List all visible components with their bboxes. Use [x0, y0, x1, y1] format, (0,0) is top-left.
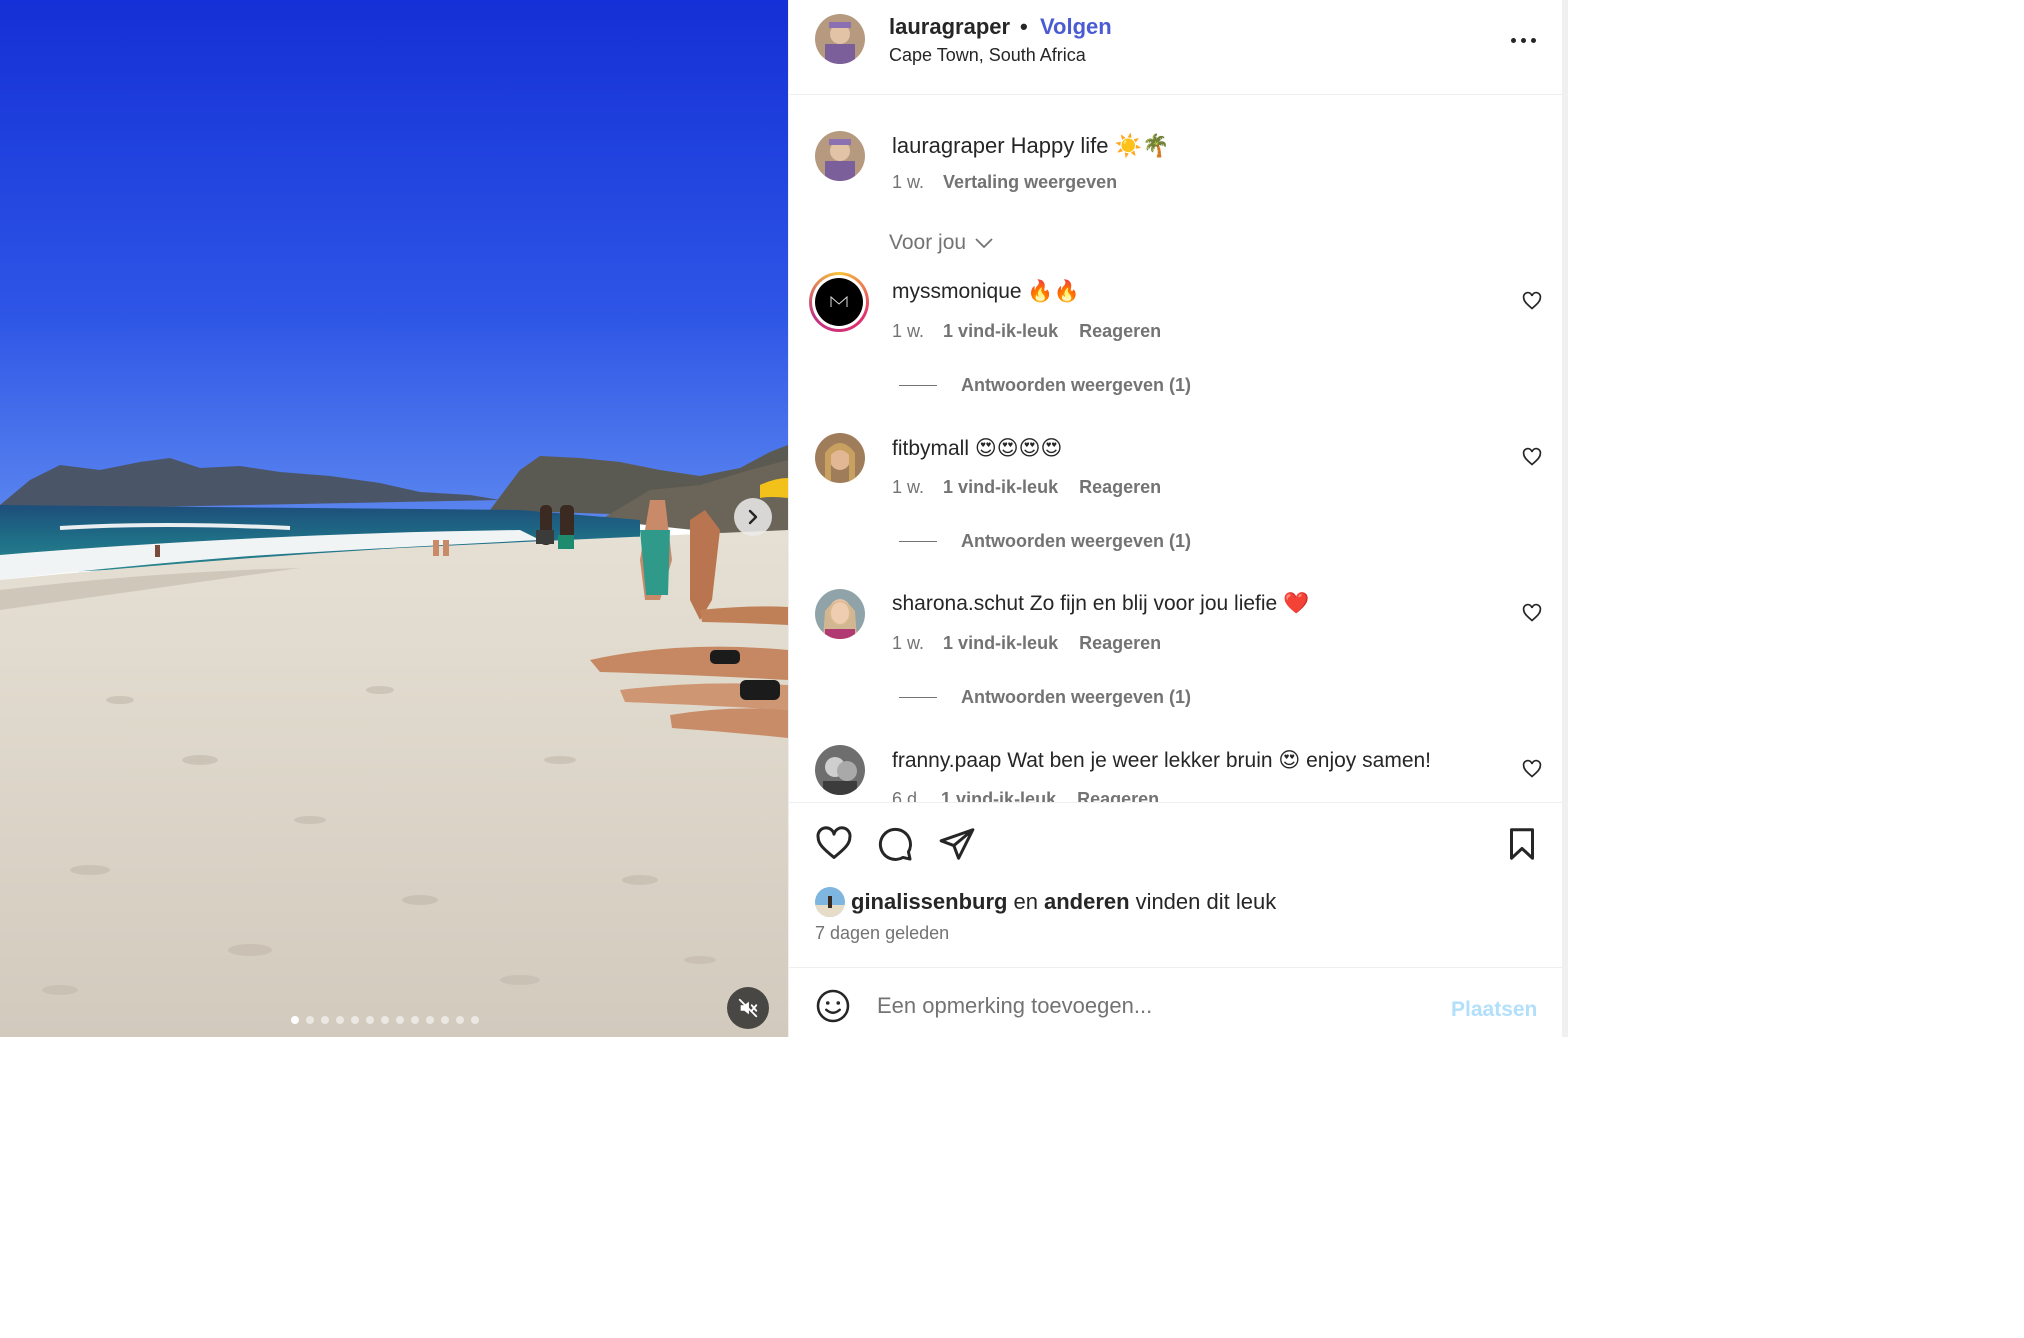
scrollbar[interactable]: [1562, 0, 1568, 1037]
commenter-avatar[interactable]: [815, 433, 865, 483]
mute-icon: [738, 998, 758, 1018]
carousel-indicator: [291, 1016, 479, 1024]
comment-meta: 6 d. 1 vind-ik-leuk Reageren: [892, 789, 1159, 802]
carousel-dot: [471, 1016, 479, 1024]
carousel-dot: [411, 1016, 419, 1024]
caption-text-line: lauragraper Happy life ☀️🌴: [892, 133, 1169, 159]
view-replies-button[interactable]: Antwoorden weergeven (1): [899, 687, 1191, 708]
comment-icon[interactable]: [876, 825, 914, 863]
comment-text: Wat ben je weer lekker bruin 😍 enjoy sam…: [1007, 749, 1432, 772]
comment-meta: 1 w. 1 vind-ik-leuk Reageren: [892, 633, 1161, 654]
carousel-dot: [426, 1016, 434, 1024]
comment-text: Zo fijn en blij voor jou liefie ❤️: [1029, 592, 1310, 615]
comment-text-line: sharona.schut Zo fijn en blij voor jou l…: [892, 592, 1309, 616]
like-comment-icon[interactable]: [1522, 291, 1542, 311]
more-options-button[interactable]: [1507, 34, 1540, 47]
comment-meta: 1 w. 1 vind-ik-leuk Reageren: [892, 477, 1161, 498]
carousel-dot: [336, 1016, 344, 1024]
comment-meta: 1 w. 1 vind-ik-leuk Reageren: [892, 321, 1161, 342]
separator-dot: •: [1020, 14, 1028, 39]
post-media[interactable]: [0, 0, 788, 1037]
comment-likes[interactable]: 1 vind-ik-leuk: [943, 321, 1058, 341]
reply-button[interactable]: Reageren: [1079, 477, 1161, 497]
reply-button[interactable]: Reageren: [1079, 633, 1161, 653]
comment-sort-dropdown[interactable]: Voor jou: [889, 231, 994, 255]
commenter-avatar[interactable]: [809, 272, 869, 332]
likes-summary: ginalissenburg en anderen vinden dit leu…: [815, 887, 1276, 917]
comment-likes[interactable]: 1 vind-ik-leuk: [943, 477, 1058, 497]
post-location[interactable]: Cape Town, South Africa: [889, 45, 1086, 66]
like-comment-icon[interactable]: [1522, 759, 1542, 779]
heart-icon[interactable]: [815, 825, 853, 863]
comment-text: 😍😍😍😍: [974, 437, 1063, 460]
chevron-down-icon: [975, 238, 993, 249]
liker-username[interactable]: ginalissenburg: [851, 889, 1007, 915]
carousel-dot: [351, 1016, 359, 1024]
likes-others-link[interactable]: anderen: [1044, 889, 1130, 915]
comment-text-line: franny.paap Wat ben je weer lekker bruin…: [892, 748, 1431, 773]
comment-time[interactable]: 1 w.: [892, 477, 924, 497]
sort-label: Voor jou: [889, 231, 967, 254]
comment-username[interactable]: fitbymall: [892, 437, 969, 460]
chevron-right-icon: [748, 509, 758, 525]
comments-list[interactable]: lauragraper Happy life ☀️🌴 1 w. Vertalin…: [789, 95, 1563, 802]
comment-likes[interactable]: 1 vind-ik-leuk: [941, 789, 1056, 802]
caption-time[interactable]: 1 w.: [892, 172, 924, 192]
comment-text-line: fitbymall 😍😍😍😍: [892, 436, 1062, 461]
post-comment-button[interactable]: Plaatsen: [1451, 998, 1537, 1022]
post-timestamp[interactable]: 7 dagen geleden: [815, 923, 949, 944]
comment-username[interactable]: franny.paap: [892, 749, 1001, 772]
bookmark-icon[interactable]: [1504, 825, 1540, 863]
translate-button[interactable]: Vertaling weergeven: [943, 172, 1117, 192]
add-comment-bar: Plaatsen: [789, 967, 1563, 1037]
carousel-dot: [396, 1016, 404, 1024]
view-replies-label: Antwoorden weergeven (1): [961, 687, 1192, 707]
share-icon[interactable]: [938, 825, 976, 863]
comment-time[interactable]: 6 d.: [892, 789, 922, 802]
next-slide-button[interactable]: [734, 498, 772, 536]
likes-and: en: [1013, 889, 1038, 914]
carousel-dot: [366, 1016, 374, 1024]
view-replies-button[interactable]: Antwoorden weergeven (1): [899, 531, 1191, 552]
caption-avatar[interactable]: [815, 131, 865, 181]
carousel-dot: [306, 1016, 314, 1024]
carousel-dot: [321, 1016, 329, 1024]
author-username[interactable]: lauragraper: [889, 14, 1010, 40]
comment-likes[interactable]: 1 vind-ik-leuk: [943, 633, 1058, 653]
mute-button[interactable]: [727, 987, 769, 1029]
comment-text: 🔥🔥: [1027, 280, 1080, 303]
liker-avatar[interactable]: [815, 887, 845, 917]
post-side-panel: lauragraper • Volgen Cape Town, South Af…: [788, 0, 1563, 1037]
comment-username[interactable]: sharona.schut: [892, 592, 1024, 615]
caption-meta: 1 w. Vertaling weergeven: [892, 172, 1117, 193]
caption-username[interactable]: lauragraper: [892, 133, 1005, 158]
comment-text-line: myssmonique 🔥🔥: [892, 280, 1080, 304]
more-icon: [1511, 38, 1516, 43]
likes-suffix: vinden dit leuk: [1135, 889, 1277, 914]
follow-button[interactable]: Volgen: [1040, 14, 1112, 40]
comment-username[interactable]: myssmonique: [892, 280, 1022, 303]
emoji-icon[interactable]: [815, 988, 851, 1024]
view-replies-button[interactable]: Antwoorden weergeven (1): [899, 375, 1191, 396]
carousel-dot: [456, 1016, 464, 1024]
like-comment-icon[interactable]: [1522, 447, 1542, 467]
author-avatar[interactable]: [815, 14, 865, 64]
comment-time[interactable]: 1 w.: [892, 633, 924, 653]
view-replies-label: Antwoorden weergeven (1): [961, 375, 1192, 395]
commenter-avatar[interactable]: [815, 589, 865, 639]
carousel-dot: [291, 1016, 299, 1024]
comment-time[interactable]: 1 w.: [892, 321, 924, 341]
reply-button[interactable]: Reageren: [1079, 321, 1161, 341]
commenter-avatar[interactable]: [815, 745, 865, 795]
carousel-dot: [381, 1016, 389, 1024]
carousel-dot: [441, 1016, 449, 1024]
beach-photo: [0, 0, 788, 1037]
comment-input[interactable]: [877, 986, 1437, 1026]
post-header: lauragraper • Volgen Cape Town, South Af…: [789, 0, 1563, 95]
caption-text: Happy life ☀️🌴: [1010, 133, 1170, 158]
view-replies-label: Antwoorden weergeven (1): [961, 531, 1192, 551]
like-comment-icon[interactable]: [1522, 603, 1542, 623]
reply-button[interactable]: Reageren: [1077, 789, 1159, 802]
